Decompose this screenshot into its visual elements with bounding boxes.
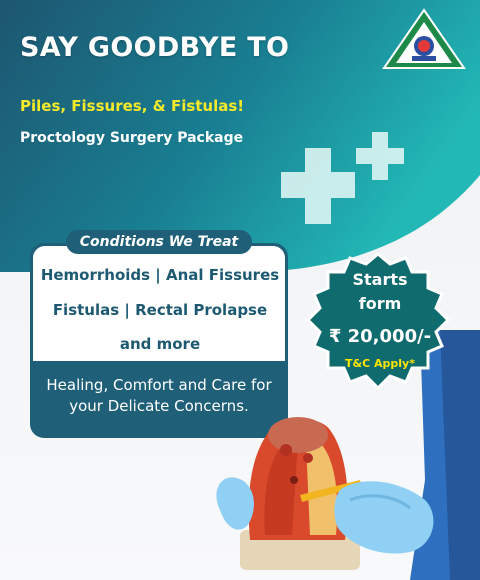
subheadline: Piles, Fissures, & Fistulas!	[20, 97, 245, 115]
headline: SAY GOODBYE TO	[20, 32, 290, 63]
offer-starts: Starts	[352, 270, 408, 289]
offer-price: ₹ 20,000/-	[328, 326, 432, 347]
medical-cross-icon	[281, 132, 404, 224]
condition-line-1: Hemorrhoids | Anal Fissures	[40, 266, 280, 284]
accreditation-badge-icon	[382, 8, 466, 69]
offer-form: form	[358, 294, 402, 313]
package-title: Proctology Surgery Package	[20, 130, 244, 146]
ad-banner: SAY GOODBYE TO Piles, Fissures, & Fistul…	[0, 0, 480, 580]
conditions-title: Conditions We Treat	[66, 230, 252, 254]
terms-note: T&C Apply*	[345, 357, 415, 370]
condition-line-2: Fistulas | Rectal Prolapse	[52, 301, 268, 319]
